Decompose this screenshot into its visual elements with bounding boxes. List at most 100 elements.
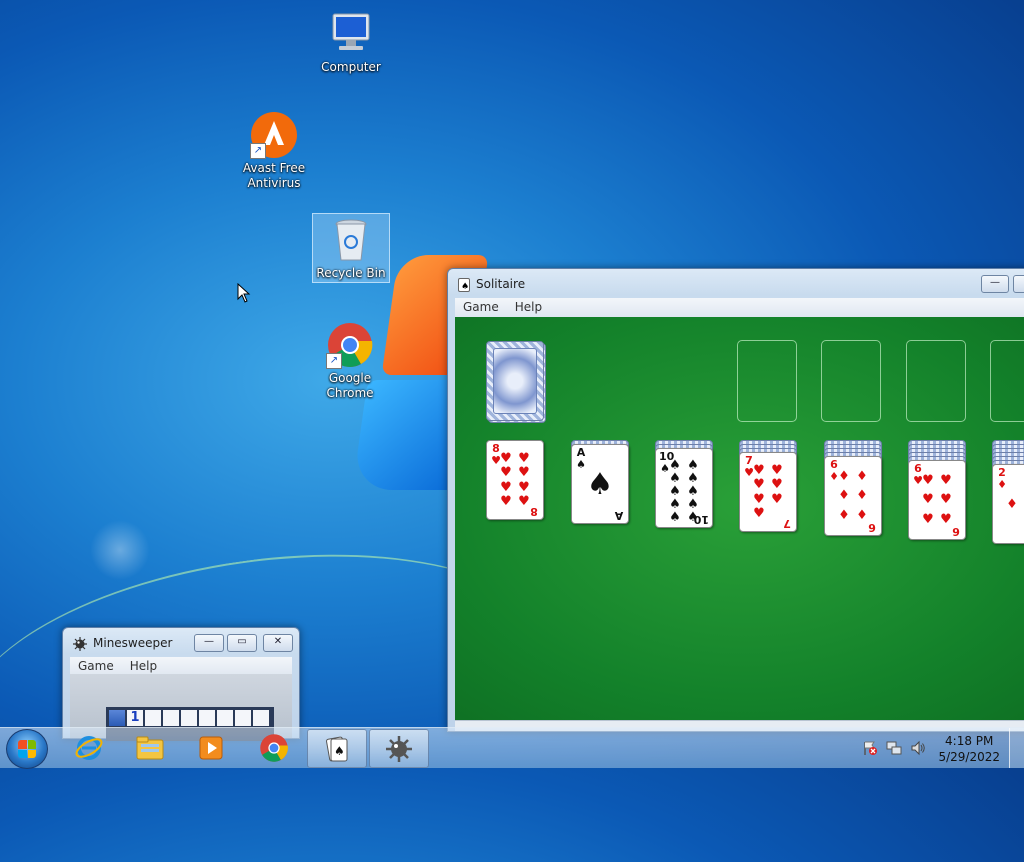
desktop-icon-avast[interactable]: ↗ Avast Free Antivirus — [236, 111, 312, 191]
card-pip: ♦ — [856, 488, 868, 504]
system-tray: 4:18 PM 5/29/2022 — [854, 728, 1024, 768]
card-pips: ♠ — [582, 455, 618, 513]
foundation-slot[interactable] — [906, 340, 966, 422]
taskbar-solitaire[interactable]: ♠ — [307, 729, 367, 768]
minimize-button[interactable]: — — [194, 634, 224, 652]
shortcut-arrow-icon: ↗ — [250, 143, 266, 159]
card-pip: ♥ — [922, 492, 934, 508]
menu-help[interactable]: Help — [507, 298, 550, 314]
card-pip: ♦ — [856, 469, 868, 485]
minimize-button[interactable]: — — [981, 275, 1009, 293]
close-icon: ✕ — [273, 636, 283, 647]
card-pip: ♦ — [856, 507, 868, 523]
mine-cell-covered[interactable] — [109, 710, 125, 726]
card-pip: ♥ — [940, 473, 952, 489]
solitaire-icon: ♠ — [326, 736, 348, 762]
card-pip: ♥ — [518, 450, 530, 466]
tableau-card[interactable]: A ♠ A ♠ — [571, 444, 629, 524]
volume-icon[interactable] — [910, 740, 926, 756]
card-pip: ♥ — [922, 473, 934, 489]
desktop-icon-chrome[interactable]: ↗ Google Chrome — [312, 321, 388, 401]
card-pips: ♥ ♥ ♥ ♥ ♥ ♥ — [919, 471, 955, 529]
window-title: Minesweeper — [93, 636, 173, 650]
tableau-card[interactable]: 8 ♥ 8 ♥ ♥ ♥ ♥ ♥ ♥ ♥ ♥ — [486, 440, 544, 520]
card-pips: ♦♦ — [1003, 475, 1024, 533]
card-pip: ♥ — [771, 477, 783, 493]
taskbar-windows-explorer[interactable] — [121, 729, 179, 766]
clock-time: 4:18 PM — [945, 734, 994, 748]
desktop-icon-label: Avast Free Antivirus — [242, 161, 306, 190]
chrome-icon: ↗ — [326, 321, 374, 369]
tableau-card[interactable]: 6 ♥ 6 ♥ ♥ ♥ ♥ ♥ ♥ — [908, 460, 966, 540]
window-title: Solitaire — [476, 277, 526, 291]
minimize-icon: — — [990, 277, 1000, 288]
mine-cell[interactable] — [253, 710, 269, 726]
network-icon[interactable] — [886, 740, 902, 756]
card-pip: ♥ — [753, 462, 765, 478]
desktop-icon-computer[interactable]: Computer — [313, 10, 389, 75]
game-felt: 8 ♥ 8 ♥ ♥ ♥ ♥ ♥ ♥ ♥ ♥ A ♠ A ♠ 10 ♠ 10 ♠ ♠ ♠ ♠ ♠ ♠ ♠ ♠ ♠ ♠ 7 ♥ 7 ♥ ♥ ♥ ♥ ♥ ♥ ♥… — [455, 317, 1024, 731]
chrome-icon — [260, 734, 288, 762]
windows-logo-icon — [18, 740, 36, 758]
taskbar-internet-explorer[interactable] — [60, 729, 118, 766]
computer-icon — [327, 10, 375, 58]
start-button[interactable] — [6, 729, 48, 769]
tableau-card[interactable]: 10 ♠ 10 ♠ ♠ ♠ ♠ ♠ ♠ ♠ ♠ ♠ ♠ — [655, 448, 713, 528]
mine-cell-number[interactable]: 1 — [127, 710, 143, 726]
system-clock[interactable]: 4:18 PM 5/29/2022 — [938, 733, 1000, 765]
card-pip: ♥ — [753, 477, 765, 493]
card-pip: ♥ — [940, 492, 952, 508]
maximize-button[interactable] — [1013, 275, 1024, 293]
stock-pile-top[interactable] — [486, 341, 544, 421]
card-pip: ♥ — [771, 491, 783, 507]
minesweeper-icon — [386, 736, 412, 762]
card-pip: ♥ — [500, 479, 512, 495]
mine-cell[interactable] — [199, 710, 215, 726]
card-pip: ♥ — [753, 491, 765, 507]
taskbar: ♠ 4:18 PM 5/29/2022 — [0, 727, 1024, 769]
tableau-card[interactable]: 6 ♦ 6 ♦ ♦ ♦ ♦ ♦ ♦ — [824, 456, 882, 536]
mine-cell[interactable] — [145, 710, 161, 726]
card-pips: ♥ ♥ ♥ ♥ ♥ ♥ ♥ — [750, 463, 786, 521]
card-pip: ♥ — [771, 462, 783, 478]
card-pip: ♦ — [838, 507, 850, 523]
mine-cell[interactable] — [181, 710, 197, 726]
taskbar-minesweeper[interactable] — [369, 729, 429, 768]
minesweeper-window[interactable]: Minesweeper — ▭ ✕ Game Help 1 — [62, 627, 300, 741]
card-pip: ♠ — [586, 466, 614, 502]
menu-game[interactable]: Game — [455, 298, 507, 314]
card-pip: ♥ — [500, 494, 512, 510]
svg-text:♠: ♠ — [334, 744, 345, 758]
solitaire-app-icon: ♠ — [458, 278, 470, 292]
show-desktop-button[interactable] — [1009, 728, 1024, 768]
mine-cell[interactable] — [235, 710, 251, 726]
card-pips: ♠ ♠ ♠ ♠ ♠ ♠ ♠ ♠ ♠ ♠ — [666, 459, 702, 524]
tableau-card[interactable]: 7 ♥ 7 ♥ ♥ ♥ ♥ ♥ ♥ ♥ — [739, 452, 797, 532]
recycle-bin-icon — [327, 216, 375, 264]
menu-help[interactable]: Help — [122, 657, 165, 673]
desktop-icon-label: Recycle Bin — [316, 266, 386, 280]
shortcut-arrow-icon: ↗ — [326, 353, 342, 369]
mine-cell[interactable] — [217, 710, 233, 726]
action-center-flag-icon[interactable] — [862, 740, 878, 756]
windows-explorer-icon — [136, 736, 164, 760]
solitaire-window[interactable]: ♠ Solitaire — Game Help 8 ♥ 8 ♥ ♥ ♥ ♥ ♥ ♥ ♥ ♥ A ♠ A ♠ 10… — [447, 268, 1024, 732]
foundation-slot[interactable] — [821, 340, 881, 422]
taskbar-chrome[interactable] — [245, 729, 303, 766]
tableau-card[interactable]: 2♦2♦♦ — [992, 464, 1024, 544]
menu-bar: Game Help — [455, 298, 1024, 317]
card-pip: ♦ — [1006, 496, 1018, 512]
card-pips: ♦ ♦ ♦ ♦ ♦ ♦ — [835, 467, 871, 525]
desktop-icon-recycle-bin[interactable]: Recycle Bin — [312, 213, 390, 283]
taskbar-media-player[interactable] — [182, 729, 240, 766]
close-button[interactable]: ✕ — [263, 634, 293, 652]
card-pip: ♠ — [687, 510, 699, 525]
maximize-button[interactable]: ▭ — [227, 634, 257, 652]
foundation-slot[interactable] — [990, 340, 1024, 422]
foundation-slot[interactable] — [737, 340, 797, 422]
menu-game[interactable]: Game — [70, 657, 122, 673]
mouse-cursor-icon — [237, 283, 251, 303]
minesweeper-app-icon — [73, 637, 87, 651]
desktop-icon-label: Google Chrome — [326, 371, 374, 400]
mine-cell[interactable] — [163, 710, 179, 726]
